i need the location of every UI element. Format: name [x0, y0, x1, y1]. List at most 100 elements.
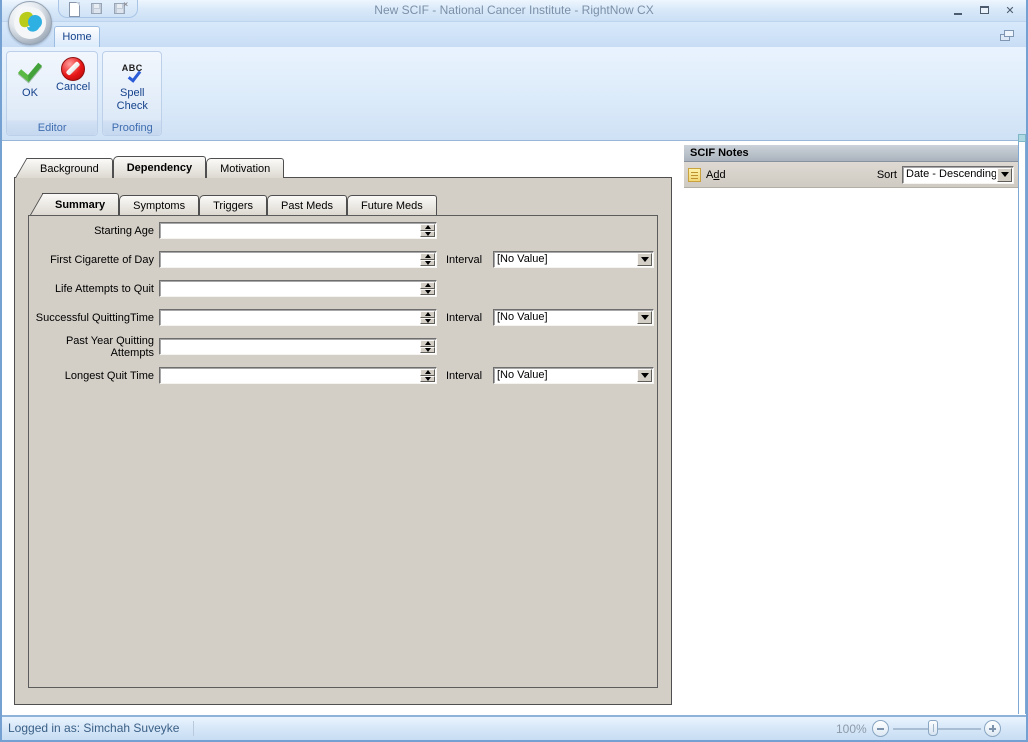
- past-year-quitting-attempts-input[interactable]: [159, 338, 437, 355]
- cancel-button[interactable]: Cancel: [51, 55, 95, 96]
- workspace: Background Dependency Motivation Summary Sy…: [2, 134, 1026, 715]
- application-menu-button[interactable]: [8, 1, 52, 45]
- tab-triggers[interactable]: Triggers: [199, 195, 268, 215]
- interval-select[interactable]: [No Value]: [493, 367, 654, 384]
- interval-value: [No Value]: [497, 253, 548, 265]
- spinner: [420, 282, 435, 295]
- ribbon-groups: OK Cancel Editor ABC Spell Check Proofin…: [6, 51, 163, 136]
- arrow-down-icon: [424, 376, 431, 381]
- arrow-up-icon: [424, 283, 431, 288]
- successful-quittingtime-input[interactable]: [159, 309, 437, 326]
- spin-down-button[interactable]: [420, 346, 435, 353]
- spin-down-button[interactable]: [420, 317, 435, 324]
- field-label: Longest Quit Time: [64, 369, 154, 382]
- sort-label: Sort: [876, 168, 897, 181]
- application-window: { "window": { "title": "New SCIF - Natio…: [0, 0, 1028, 742]
- window-layout-icon[interactable]: [1000, 30, 1014, 41]
- spin-down-button[interactable]: [420, 259, 435, 266]
- status-separator: [193, 721, 194, 736]
- cancel-icon: [61, 57, 86, 81]
- right-strip-handle[interactable]: [1018, 134, 1026, 142]
- field-label: Life Attempts to Quit: [54, 282, 154, 295]
- zoom-out-button[interactable]: [872, 720, 889, 737]
- interval-label: Interval: [446, 369, 483, 382]
- new-document-icon[interactable]: [67, 1, 81, 17]
- sort-dropdown-button[interactable]: [997, 167, 1012, 182]
- interval-dropdown-button[interactable]: [637, 311, 652, 324]
- spinner: [420, 311, 435, 324]
- spin-down-button[interactable]: [420, 230, 435, 237]
- ok-button[interactable]: OK: [9, 55, 51, 102]
- arrow-down-icon: [424, 347, 431, 352]
- note-icon: [688, 167, 701, 182]
- field-row: Longest Quit Time Interval [No Value]: [29, 367, 657, 384]
- sort-select[interactable]: Date - Descending: [902, 165, 1014, 184]
- close-button[interactable]: [1000, 2, 1020, 18]
- chevron-down-icon: [1000, 172, 1009, 177]
- life-attempts-to-quit-input[interactable]: [159, 280, 437, 297]
- spinner: [420, 253, 435, 266]
- field-row: Successful QuittingTime Interval [No Val…: [29, 309, 657, 326]
- spin-down-button[interactable]: [420, 375, 435, 382]
- ribbon-group-proofing: ABC Spell Check Proofing: [102, 51, 163, 136]
- right-scroll-strip[interactable]: [1018, 141, 1026, 714]
- minimize-button[interactable]: [948, 2, 968, 18]
- arrow-down-icon: [424, 260, 431, 265]
- window-controls: [948, 2, 1020, 18]
- interval-select[interactable]: [No Value]: [493, 309, 654, 326]
- longest-quit-time-input[interactable]: [159, 367, 437, 384]
- ok-check-icon: [16, 57, 44, 87]
- tab-past-meds[interactable]: Past Meds: [267, 195, 348, 215]
- field-value: [160, 281, 420, 296]
- tab-motivation[interactable]: Motivation: [206, 158, 285, 178]
- tab-dependency[interactable]: Dependency: [112, 156, 207, 178]
- title-bar: New SCIF - National Cancer Institute - R…: [2, 0, 1026, 22]
- ribbon-tab-strip: Home: [2, 22, 1026, 47]
- arrow-down-icon: [424, 318, 431, 323]
- field-label: Starting Age: [94, 224, 154, 237]
- save-close-icon[interactable]: ×: [113, 0, 128, 16]
- restore-icon: [979, 6, 989, 14]
- field-row: First Cigarette of Day Interval [No Valu…: [29, 251, 657, 268]
- field-value: [160, 223, 420, 238]
- add-note-label: Add: [706, 168, 726, 181]
- spinner: [420, 224, 435, 237]
- spinner: [420, 340, 435, 353]
- first-cigarette-of-day-input[interactable]: [159, 251, 437, 268]
- zoom-slider-thumb[interactable]: [928, 720, 938, 736]
- sort-value: Date - Descending: [906, 167, 996, 180]
- interval-value: [No Value]: [497, 311, 548, 323]
- add-note-button[interactable]: Add: [688, 167, 726, 182]
- spin-down-button[interactable]: [420, 288, 435, 295]
- ribbon-group-editor: OK Cancel Editor: [6, 51, 99, 136]
- arrow-down-icon: [424, 289, 431, 294]
- interval-dropdown-button[interactable]: [637, 253, 652, 266]
- tab-symptoms[interactable]: Symptoms: [119, 195, 200, 215]
- tab-summary[interactable]: Summary: [42, 193, 120, 215]
- tab-background[interactable]: Background: [27, 158, 113, 178]
- interval-label: Interval: [446, 311, 483, 324]
- spell-check-icon: ABC: [118, 57, 146, 87]
- scif-notes-toolbar: Add Sort Date - Descending: [684, 162, 1018, 188]
- field-row: Starting Age: [29, 222, 657, 239]
- save-icon[interactable]: [90, 2, 104, 16]
- logged-in-status: Logged in as: Simchah Suveyke: [8, 721, 180, 735]
- zoom-in-button[interactable]: [984, 720, 1001, 737]
- ribbon-tab-home[interactable]: Home: [54, 26, 100, 47]
- arrow-up-icon: [424, 254, 431, 259]
- restore-button[interactable]: [974, 2, 994, 18]
- minimize-icon: [954, 13, 962, 15]
- interval-dropdown-button[interactable]: [637, 369, 652, 382]
- tab-future-meds[interactable]: Future Meds: [347, 195, 437, 215]
- spell-check-button[interactable]: ABC Spell Check: [105, 55, 159, 114]
- interval-select[interactable]: [No Value]: [493, 251, 654, 268]
- starting-age-input[interactable]: [159, 222, 437, 239]
- arrow-down-icon: [424, 231, 431, 236]
- quick-access-toolbar: ×: [58, 0, 138, 18]
- field-label: Successful QuittingTime: [35, 311, 154, 324]
- field-row: Life Attempts to Quit: [29, 280, 657, 297]
- spinner: [420, 369, 435, 382]
- editor-tab-strip: Background Dependency Motivation: [14, 156, 285, 178]
- minus-icon: [877, 727, 884, 730]
- status-bar: Logged in as: Simchah Suveyke 100%: [2, 715, 1026, 740]
